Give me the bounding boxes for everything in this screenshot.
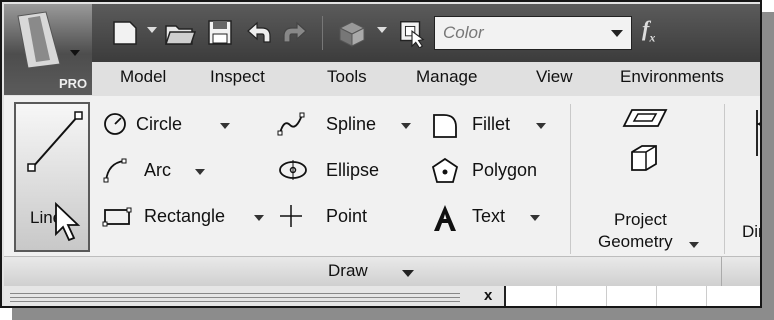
grip-line bbox=[10, 301, 460, 302]
ellipse-button[interactable]: Ellipse bbox=[276, 154, 421, 190]
dimension-button[interactable]: Dim bbox=[736, 96, 760, 256]
tab-model[interactable]: Model bbox=[120, 67, 166, 87]
project-geometry-label-line2: Geometry bbox=[598, 232, 673, 251]
tab-inspect[interactable]: Inspect bbox=[210, 67, 265, 87]
panel-separator bbox=[570, 104, 571, 254]
fillet-button[interactable]: Fillet bbox=[430, 108, 560, 144]
rectangle-label: Rectangle bbox=[144, 206, 226, 226]
project-geometry-dropdown-arrow[interactable] bbox=[689, 242, 699, 248]
inventor-logo-icon bbox=[17, 11, 80, 69]
point-label: Point bbox=[326, 206, 368, 226]
text-button[interactable]: Text bbox=[430, 200, 560, 236]
project-geometry-icon bbox=[622, 109, 668, 171]
chevron-down-icon bbox=[611, 30, 623, 37]
spline-label: Spline bbox=[326, 114, 377, 134]
text-dropdown-arrow[interactable] bbox=[530, 215, 540, 221]
new-dropdown-arrow[interactable] bbox=[147, 27, 157, 33]
arc-button[interactable]: Arc bbox=[102, 154, 242, 190]
toolbar-separator bbox=[322, 16, 323, 50]
point-button[interactable]: Point bbox=[276, 200, 421, 236]
canvas-grid-line bbox=[656, 286, 657, 306]
spline-button[interactable]: Spline bbox=[276, 108, 421, 144]
arc-icon bbox=[103, 158, 127, 183]
new-file-icon[interactable] bbox=[110, 18, 140, 48]
ellipse-icon bbox=[279, 160, 307, 180]
polygon-button[interactable]: Polygon bbox=[430, 154, 560, 190]
ellipse-label: Ellipse bbox=[326, 160, 380, 180]
polygon-label: Polygon bbox=[472, 160, 538, 180]
mouse-cursor-icon bbox=[55, 201, 81, 242]
rectangle-button[interactable]: Rectangle bbox=[102, 200, 272, 236]
browser-and-canvas-strip: x bbox=[4, 286, 760, 306]
draw-panel-title-bar[interactable]: Draw bbox=[4, 256, 760, 287]
fx-subscript: x bbox=[649, 30, 656, 45]
browser-close-button[interactable]: x bbox=[484, 287, 492, 304]
tab-view[interactable]: View bbox=[536, 67, 573, 87]
spline-icon bbox=[277, 112, 305, 136]
quick-access-toolbar: Color fx bbox=[92, 4, 760, 62]
text-label: Text bbox=[472, 206, 506, 226]
draw-panel-expand-arrow[interactable] bbox=[402, 270, 414, 277]
arc-label: Arc bbox=[144, 160, 171, 180]
fillet-icon bbox=[433, 114, 457, 138]
circle-icon bbox=[104, 113, 126, 135]
project-geometry-button[interactable]: Project Geometry bbox=[576, 96, 716, 256]
rectangle-icon bbox=[102, 207, 132, 227]
tab-tools[interactable]: Tools bbox=[327, 67, 367, 87]
grip-line bbox=[10, 297, 460, 298]
canvas-grid-line bbox=[606, 286, 607, 306]
select-filter-icon[interactable] bbox=[396, 18, 428, 48]
text-icon bbox=[434, 205, 456, 231]
tab-manage[interactable]: Manage bbox=[416, 67, 477, 87]
color-style-combo[interactable]: Color bbox=[434, 16, 632, 50]
ribbon-tab-bar: Model Inspect Tools Manage View Environm… bbox=[92, 62, 760, 97]
line-button[interactable]: Line bbox=[14, 102, 90, 252]
panel-separator-dim bbox=[724, 104, 725, 254]
edition-badge: PRO bbox=[59, 76, 88, 91]
drop-shadow bbox=[762, 12, 774, 320]
circle-label: Circle bbox=[136, 114, 183, 134]
point-icon bbox=[280, 205, 302, 227]
update-icon[interactable] bbox=[336, 18, 368, 48]
draw-panel-title: Draw bbox=[328, 261, 368, 280]
canvas-grid-line bbox=[706, 286, 707, 306]
polygon-icon bbox=[431, 157, 459, 183]
color-style-value: Color bbox=[443, 23, 484, 42]
open-folder-icon[interactable] bbox=[164, 18, 196, 48]
panel-bar-separator bbox=[721, 257, 722, 287]
drop-shadow bbox=[12, 308, 774, 320]
line-icon bbox=[27, 111, 83, 172]
update-dropdown-arrow[interactable] bbox=[377, 27, 387, 33]
circle-dropdown-arrow[interactable] bbox=[220, 123, 230, 129]
spline-dropdown-arrow[interactable] bbox=[401, 123, 411, 129]
fillet-dropdown-arrow[interactable] bbox=[536, 123, 546, 129]
undo-icon[interactable] bbox=[244, 18, 272, 48]
redo-icon[interactable] bbox=[282, 18, 310, 48]
fillet-label: Fillet bbox=[472, 114, 511, 134]
parameters-fx-button[interactable]: fx bbox=[642, 16, 655, 45]
dimension-label: Dim bbox=[742, 222, 760, 241]
circle-button[interactable]: Circle bbox=[102, 108, 242, 144]
browser-title-bar[interactable]: x bbox=[4, 286, 506, 306]
application-menu-button[interactable]: PRO bbox=[4, 4, 93, 95]
grip-line bbox=[10, 293, 460, 294]
canvas-grid-line bbox=[556, 286, 557, 306]
ribbon-panel-area: Line Circle Arc Rectangle Spline Ellipse… bbox=[4, 96, 760, 256]
save-icon[interactable] bbox=[206, 18, 234, 48]
dimension-icon bbox=[756, 110, 760, 156]
rectangle-dropdown-arrow[interactable] bbox=[254, 215, 264, 221]
application-window: PRO Color fx Model Inspect Tools Manage … bbox=[0, 0, 762, 308]
tab-environments[interactable]: Environments bbox=[620, 67, 724, 87]
project-geometry-label-line1: Project bbox=[614, 210, 667, 229]
arc-dropdown-arrow[interactable] bbox=[195, 169, 205, 175]
